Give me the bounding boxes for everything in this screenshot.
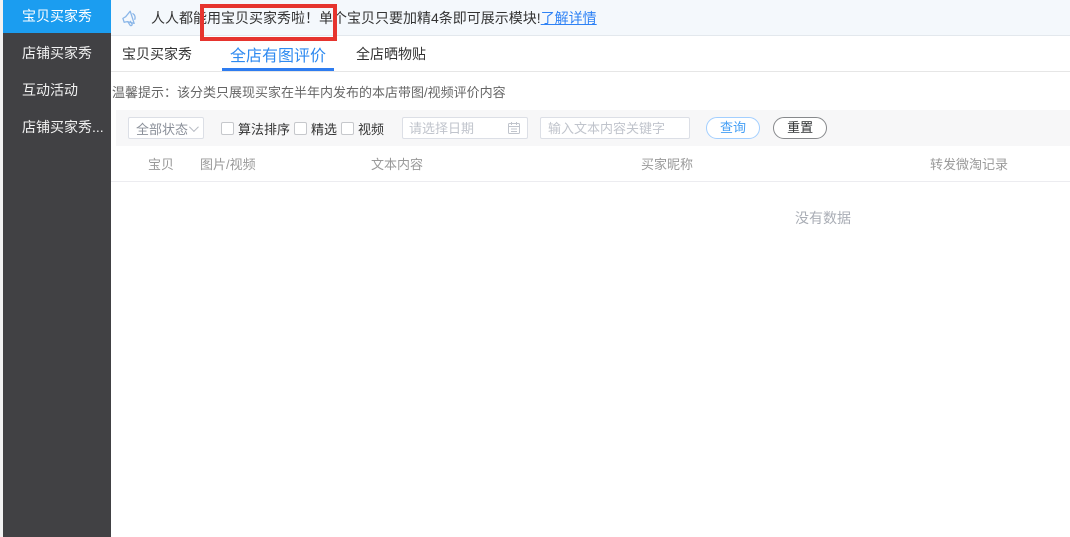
main-content: 人人都能用宝贝买家秀啦！单个宝贝只要加精4条即可展示模块!了解详情 宝贝买家秀 … bbox=[111, 0, 1070, 537]
checkbox-label: 视频 bbox=[358, 119, 384, 138]
column-header-buyer-nickname: 买家昵称 bbox=[641, 154, 930, 173]
checkbox-label: 算法排序 bbox=[238, 119, 290, 138]
sidebar: 宝贝买家秀 店铺买家秀 互动活动 店铺买家秀... bbox=[3, 0, 111, 537]
sidebar-item-item-buyer-show[interactable]: 宝贝买家秀 bbox=[3, 0, 111, 33]
sidebar-item-shop-buyer-show[interactable]: 店铺买家秀 bbox=[3, 37, 111, 70]
notification-bar: 人人都能用宝贝买家秀啦！单个宝贝只要加精4条即可展示模块!了解详情 bbox=[111, 0, 1070, 36]
app-window: 宝贝买家秀 店铺买家秀 互动活动 店铺买家秀... 人人都能用宝贝买家秀啦！单个… bbox=[0, 0, 1070, 537]
tab-bar: 宝贝买家秀 全店有图评价 全店晒物贴 bbox=[111, 36, 1070, 72]
column-header-text-content: 文本内容 bbox=[371, 154, 641, 173]
column-header-weitao-forward-record: 转发微淘记录 bbox=[930, 154, 1070, 173]
tab-all-shop-show-posts[interactable]: 全店晒物贴 bbox=[356, 36, 426, 71]
sidebar-item-interactive-activity[interactable]: 互动活动 bbox=[3, 74, 111, 107]
checkbox-box[interactable] bbox=[221, 122, 234, 135]
date-picker-field[interactable] bbox=[402, 117, 528, 139]
calendar-icon bbox=[507, 121, 521, 135]
checkbox-video[interactable]: 视频 bbox=[341, 119, 384, 138]
checkbox-label: 精选 bbox=[311, 119, 337, 138]
filter-bar: 全部状态 算法排序 精选 视频 bbox=[116, 110, 1070, 146]
checkbox-featured[interactable]: 精选 bbox=[294, 119, 337, 138]
column-header-item: 宝贝 bbox=[148, 154, 200, 173]
learn-more-link[interactable]: 了解详情 bbox=[541, 8, 597, 28]
megaphone-icon bbox=[118, 7, 142, 29]
checkbox-box[interactable] bbox=[294, 122, 307, 135]
checkbox-box[interactable] bbox=[341, 122, 354, 135]
date-input[interactable] bbox=[409, 121, 507, 136]
column-header-picture-video: 图片/视频 bbox=[200, 154, 371, 173]
notification-text: 人人都能用宝贝买家秀啦！单个宝贝只要加精4条即可展示模块! bbox=[151, 8, 541, 28]
tab-item-buyer-show[interactable]: 宝贝买家秀 bbox=[122, 36, 192, 71]
sidebar-item-shop-buyer-show-2[interactable]: 店铺买家秀... bbox=[3, 111, 111, 144]
tip-text: 温馨提示：该分类只展现买家在半年内发布的本店带图/视频评价内容 bbox=[112, 82, 1070, 101]
status-select[interactable]: 全部状态 bbox=[128, 117, 204, 139]
tab-all-shop-picture-reviews[interactable]: 全店有图评价 bbox=[230, 36, 326, 71]
table-header-row: 宝贝 图片/视频 文本内容 买家昵称 转发微淘记录 bbox=[111, 146, 1070, 182]
status-select-value: 全部状态 bbox=[136, 119, 188, 138]
search-button[interactable]: 查询 bbox=[706, 117, 760, 139]
chevron-down-icon bbox=[189, 122, 199, 132]
reset-button[interactable]: 重置 bbox=[773, 117, 827, 139]
checkbox-algorithm-sort[interactable]: 算法排序 bbox=[221, 119, 290, 138]
empty-state-text: 没有数据 bbox=[795, 208, 1070, 228]
keyword-input[interactable] bbox=[540, 117, 690, 139]
